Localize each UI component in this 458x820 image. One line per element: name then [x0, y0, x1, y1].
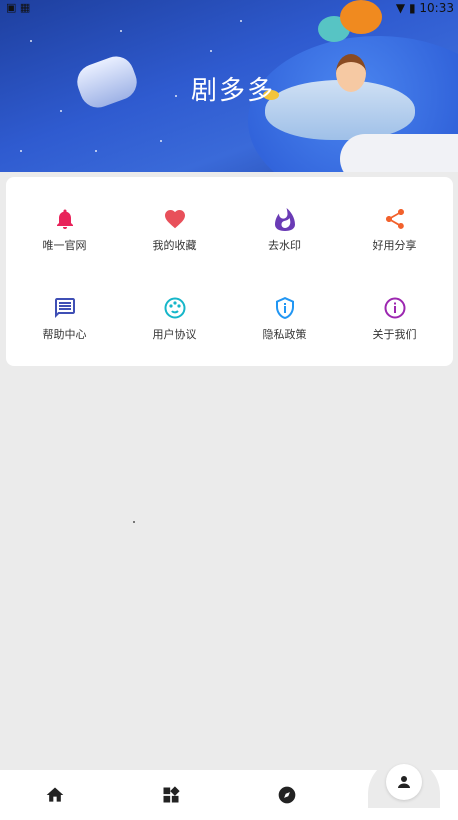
- menu-item-help-center[interactable]: 帮助中心: [9, 296, 120, 356]
- menu-item-label: 隐私政策: [262, 328, 307, 341]
- person-icon: [398, 776, 410, 788]
- menu-item-label: 关于我们: [372, 328, 417, 341]
- status-time: 10:33: [419, 1, 454, 15]
- home-icon: [46, 787, 64, 802]
- compass-icon: [278, 786, 296, 804]
- menu-item-label: 我的收藏: [152, 239, 197, 252]
- battery-icon: ▮: [408, 1, 416, 15]
- menu-item-about-us[interactable]: 关于我们: [339, 296, 450, 356]
- menu-item-label: 去水印: [268, 239, 301, 252]
- menu-item-label: 帮助中心: [42, 328, 87, 341]
- message-icon: [54, 298, 75, 318]
- nav-profile[interactable]: [386, 764, 422, 800]
- bell-icon: [56, 209, 73, 229]
- nav-home[interactable]: [42, 782, 68, 808]
- menu-item-privacy-policy[interactable]: 隐私政策: [229, 296, 340, 356]
- whale-illustration: [265, 80, 415, 140]
- kid-illustration: [336, 54, 366, 92]
- astronaut-illustration: [72, 51, 142, 113]
- nav-discover[interactable]: [158, 782, 184, 808]
- menu-item-label: 好用分享: [372, 239, 417, 252]
- wifi-icon: ▼: [395, 1, 406, 15]
- shield-info-icon: [275, 297, 294, 319]
- menu-item-label: 唯一官网: [42, 239, 87, 252]
- menu-item-remove-watermark[interactable]: 去水印: [229, 207, 340, 267]
- app-title: 剧多多: [191, 76, 276, 106]
- widgets-icon: [163, 786, 180, 803]
- share-icon: [385, 209, 404, 229]
- cloud-decoration: [340, 134, 458, 172]
- palette-icon: [164, 297, 185, 319]
- heart-icon: [164, 210, 185, 229]
- status-bar: ▣ ▦ ▼ ▮ 10:33: [0, 0, 458, 16]
- stray-dot: [133, 521, 135, 523]
- menu-item-official-site[interactable]: 唯一官网: [9, 207, 120, 267]
- nav-explore[interactable]: [274, 782, 300, 808]
- menu-item-share[interactable]: 好用分享: [339, 207, 450, 267]
- menu-card: 唯一官网 我的收藏 去水印 好用分享 帮助中心 用户协议 隐私政策 关于我们: [6, 177, 453, 366]
- notification-icons: ▣ ▦: [6, 1, 31, 14]
- info-icon: [384, 297, 405, 319]
- hero-banner: 剧多多 ▣ ▦ ▼ ▮ 10:33: [0, 0, 458, 172]
- menu-item-user-agreement[interactable]: 用户协议: [119, 296, 230, 356]
- menu-item-favorites[interactable]: 我的收藏: [119, 207, 230, 267]
- flame-icon: [274, 208, 295, 231]
- menu-item-label: 用户协议: [152, 328, 197, 341]
